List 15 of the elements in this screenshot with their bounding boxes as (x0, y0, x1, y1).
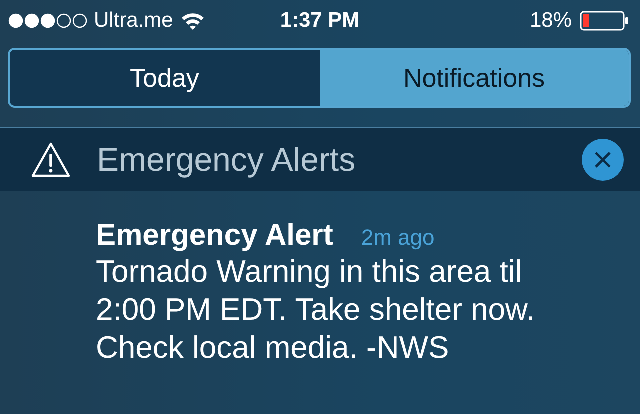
notification-title: Emergency Alert (96, 219, 334, 253)
clock-time: 1:37 PM (280, 9, 360, 33)
tab[interactable]: Notifications (320, 50, 629, 106)
section-title: Emergency Alerts (97, 140, 357, 178)
wifi-icon (181, 12, 206, 30)
close-icon (593, 150, 613, 170)
warning-icon (31, 142, 71, 178)
notification-time: 2m ago (361, 225, 435, 251)
battery-percentage: 18% (530, 9, 572, 33)
notification-message: Tornado Warning in this area til 2:00 PM EDT. Take shelter now. Check local media. -NWS (96, 253, 536, 367)
close-button[interactable] (582, 138, 624, 180)
tab[interactable]: Today (10, 50, 320, 106)
carrier-name: Ultra.me (94, 9, 174, 33)
signal-icon (8, 13, 88, 29)
battery-icon (580, 11, 630, 31)
